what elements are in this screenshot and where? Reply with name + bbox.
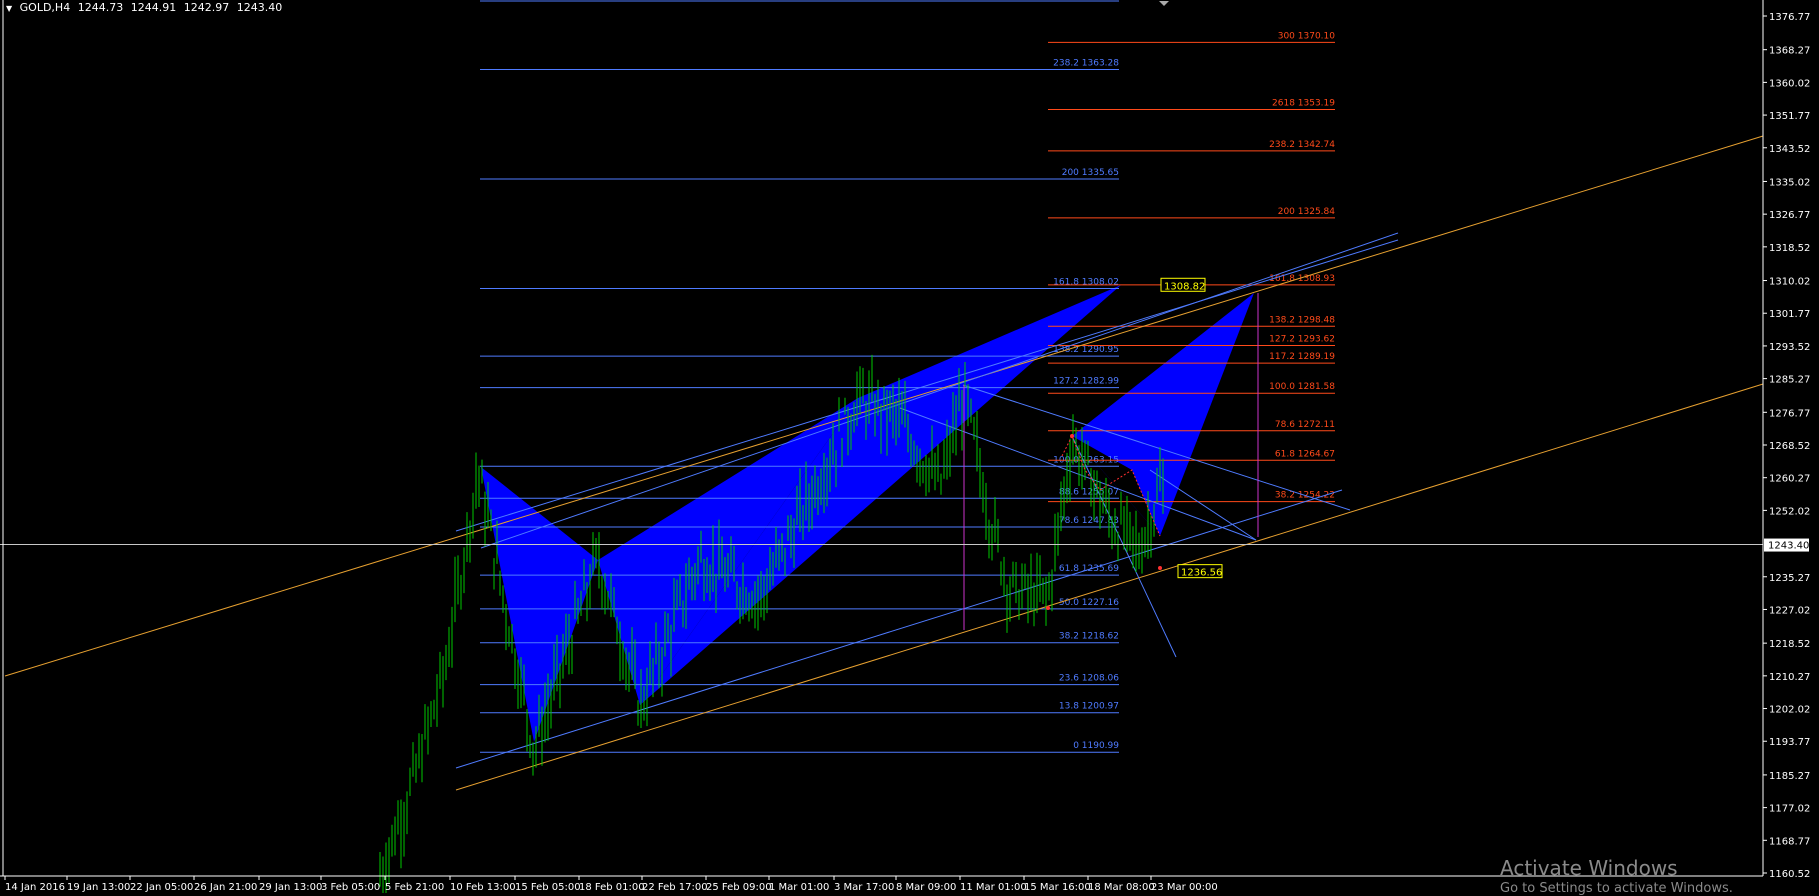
point-d-marker	[1158, 566, 1162, 570]
fib-red-label: 78.6 1272.11	[1275, 420, 1335, 430]
ohlc-close: 1243.40	[236, 1, 283, 14]
point-c-marker	[1070, 434, 1074, 438]
fib-blue-label: 0 1190.99	[1073, 741, 1119, 751]
fib-red-label: 200 1325.84	[1278, 207, 1336, 217]
time-tick-label: 26 Jan 21:00	[194, 882, 257, 893]
time-tick-label: 29 Jan 13:00	[259, 882, 322, 893]
price-tick-label: 1335.02	[1769, 177, 1810, 188]
time-tick-label: 25 Feb 09:00	[706, 882, 772, 893]
chart-menu-triangle-icon[interactable]: ▼	[6, 4, 12, 13]
time-tick-label: 19 Jan 13:00	[67, 882, 130, 893]
time-tick-label: 15 Feb 05:00	[515, 882, 581, 893]
price-tick-label: 1268.52	[1769, 441, 1810, 452]
price-tick-label: 1160.52	[1769, 869, 1810, 880]
price-tick-label: 1376.77	[1769, 12, 1810, 23]
symbol-label: GOLD,H4	[19, 1, 71, 14]
fib-blue-label: 38.2 1218.62	[1059, 632, 1119, 642]
price-tick-label: 1260.27	[1769, 474, 1810, 485]
time-tick-label: 5 Feb 21:00	[385, 882, 444, 893]
fib-blue-label: 23.6 1208.06	[1059, 674, 1119, 684]
price-tick-label: 1218.52	[1769, 639, 1810, 650]
current-price-label: 1243.40	[1768, 541, 1809, 552]
time-tick-label: 22 Jan 05:00	[130, 882, 193, 893]
point-b-marker	[1046, 606, 1050, 610]
time-tick-label: 1 Mar 01:00	[769, 882, 829, 893]
price-tick-label: 1293.52	[1769, 342, 1810, 353]
fib-blue-label: 138.2 1290.95	[1053, 345, 1119, 355]
fib-red-label: 117.2 1289.19	[1269, 352, 1335, 362]
time-tick-label: 23 Mar 00:00	[1151, 882, 1218, 893]
time-tick-label: 22 Feb 17:00	[642, 882, 708, 893]
price-tick-label: 1301.77	[1769, 309, 1810, 320]
activation-watermark-subtitle: Go to Settings to activate Windows.	[1500, 881, 1733, 896]
fib-blue-label: 161.8 1308.02	[1053, 277, 1119, 287]
price-tick-label: 1193.77	[1769, 737, 1810, 748]
price-chart[interactable]: 238.2 1363.28 200 1335.65 161.8 1308.02 138…	[0, 0, 1819, 893]
price-tag-label: 1308.82	[1164, 281, 1205, 292]
price-tick-label: 1168.77	[1769, 836, 1810, 847]
time-tick-label: 11 Mar 01:00	[960, 882, 1027, 893]
price-tick-label: 1202.02	[1769, 705, 1810, 716]
time-tick-label: 14 Jan 2016	[5, 882, 65, 893]
price-tick-label: 1177.02	[1769, 804, 1810, 815]
time-tick-label: 15 Mar 16:00	[1024, 882, 1091, 893]
price-tick-label: 1351.77	[1769, 111, 1810, 122]
price-tick-label: 1285.27	[1769, 375, 1810, 386]
ohlc-open: 1244.73	[77, 1, 124, 14]
time-tick-label: 3 Mar 17:00	[834, 882, 894, 893]
price-tick-label: 1185.27	[1769, 771, 1810, 782]
fib-red-label: 300 1370.10	[1278, 31, 1336, 41]
price-tick-label: 1235.27	[1769, 573, 1810, 584]
scroll-marker-icon[interactable]	[1159, 1, 1169, 6]
fib-red-label: 127.2 1293.62	[1269, 335, 1335, 345]
fib-blue-label: 13.8 1200.97	[1059, 702, 1119, 712]
time-tick-label: 18 Feb 01:00	[579, 882, 645, 893]
chart-window[interactable]: 238.2 1363.28 200 1335.65 161.8 1308.02 138…	[0, 0, 1819, 896]
fib-blue-label: 127.2 1282.99	[1053, 377, 1119, 387]
channel-lower-blue[interactable]	[455, 489, 1343, 769]
activation-watermark-title: Activate Windows	[1500, 856, 1678, 880]
symbol-header: ▼ GOLD,H4 1244.73 1244.91 1242.97 1243.4…	[6, 1, 286, 14]
price-tick-label: 1210.27	[1769, 672, 1810, 683]
time-tick-label: 18 Mar 08:00	[1088, 882, 1155, 893]
ohlc-low: 1242.97	[183, 1, 230, 14]
price-tick-label: 1368.27	[1769, 46, 1810, 57]
fib-blue-label: 238.2 1363.28	[1053, 58, 1119, 68]
price-tick-label: 1318.52	[1769, 243, 1810, 254]
price-tick-label: 1310.02	[1769, 277, 1810, 288]
channel-upper-blue[interactable]	[480, 232, 1399, 549]
price-tick-label: 1252.02	[1769, 506, 1810, 517]
channel-upper-blue-2[interactable]	[455, 239, 1399, 532]
ohlc-high: 1244.91	[130, 1, 177, 14]
price-tick-label: 1276.77	[1769, 408, 1810, 419]
fib-blue-label: 200 1335.65	[1062, 168, 1119, 178]
time-tick-label: 10 Feb 13:00	[450, 882, 516, 893]
price-tick-label: 1326.77	[1769, 210, 1810, 221]
price-tick-label: 1343.52	[1769, 144, 1810, 155]
fib-red-label: 138.2 1298.48	[1269, 315, 1335, 325]
time-tick-label: 8 Mar 09:00	[896, 882, 956, 893]
fib-red-label: 161.8 1308.93	[1269, 274, 1335, 284]
price-tick-label: 1227.02	[1769, 605, 1810, 616]
fib-red-label: 100.0 1281.58	[1269, 382, 1335, 392]
price-tag-label: 1236.56	[1181, 568, 1222, 579]
time-tick-label: 3 Feb 05:00	[321, 882, 380, 893]
price-tick-label: 1360.02	[1769, 78, 1810, 89]
fib-red-label: 238.2 1342.74	[1269, 140, 1335, 150]
pattern-triangle-bcd	[598, 398, 858, 705]
fib-red-label: 2618 1353.19	[1272, 98, 1335, 108]
fib-red-label: 61.8 1264.67	[1275, 449, 1335, 459]
fib-blue-label: 88.6 1255.07	[1059, 487, 1119, 497]
